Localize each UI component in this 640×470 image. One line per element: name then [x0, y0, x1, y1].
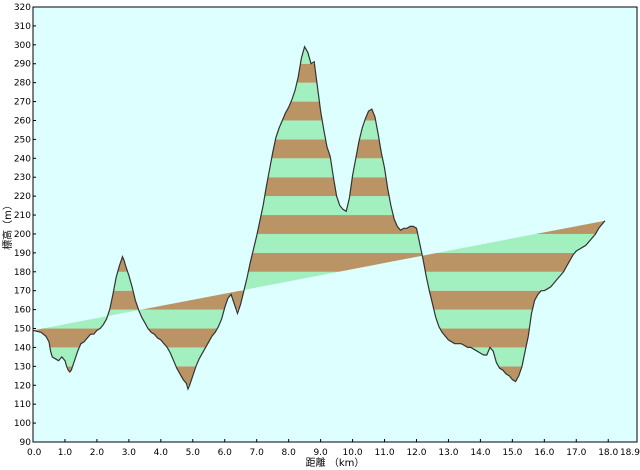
- x-tick-label: 16.0: [534, 448, 554, 458]
- x-tick-label: 10.0: [343, 448, 363, 458]
- y-tick-label: 260: [14, 116, 31, 126]
- y-tick-label: 160: [14, 306, 31, 316]
- y-tick-label: 320: [14, 3, 31, 13]
- y-tick-label: 220: [14, 192, 31, 202]
- y-tick-label: 280: [14, 79, 31, 89]
- y-tick-label: 150: [14, 325, 31, 335]
- x-tick-label: 11.0: [375, 448, 395, 458]
- y-tick-label: 200: [14, 230, 31, 240]
- y-axis-title: 標高（m）: [1, 200, 14, 250]
- elevation-chart: 90 100 110 120 130 140 150 160 170 180 190 200 210 22…: [1, 3, 640, 469]
- x-tick-label: 3.0: [122, 448, 137, 458]
- x-tick-label: 1.0: [58, 448, 73, 458]
- y-tick-label: 170: [14, 287, 31, 297]
- x-tick-label: 0.0: [27, 448, 42, 458]
- x-tick-label: 13.0: [438, 448, 458, 458]
- x-tick-label: 17.0: [566, 448, 586, 458]
- y-tick-label: 310: [14, 22, 31, 32]
- y-tick-label: 180: [14, 268, 31, 278]
- y-tick-label: 130: [14, 362, 31, 372]
- y-tick-label: 270: [14, 98, 31, 108]
- x-tick-label: 15.0: [502, 448, 522, 458]
- x-tick-label: 18.9: [620, 448, 640, 458]
- y-tick-label: 240: [14, 154, 31, 164]
- y-tick-label: 110: [14, 400, 31, 410]
- x-tick-label: 2.0: [90, 448, 105, 458]
- y-tick-label: 140: [14, 343, 31, 353]
- y-tick-label: 230: [14, 173, 31, 183]
- x-tick-label: 9.0: [313, 448, 328, 458]
- x-axis-title: 距離 （km）: [306, 456, 365, 469]
- y-tick-label: 250: [14, 135, 31, 145]
- y-tick-label: 210: [14, 211, 31, 221]
- x-tick-label: 12.0: [406, 448, 426, 458]
- y-tick-label: 120: [14, 381, 31, 391]
- x-tick-label: 7.0: [250, 448, 265, 458]
- x-tick-label: 5.0: [186, 448, 201, 458]
- x-tick-label: 6.0: [218, 448, 233, 458]
- y-tick-label: 190: [14, 249, 31, 259]
- x-tick-label: 18.0: [598, 448, 618, 458]
- x-tick-label: 14.0: [470, 448, 490, 458]
- y-tick-label: 300: [14, 41, 31, 51]
- y-tick-label: 290: [14, 60, 31, 70]
- y-tick-label: 100: [14, 419, 31, 429]
- x-tick-label: 4.0: [154, 448, 169, 458]
- y-tick-label: 90: [20, 438, 32, 448]
- x-tick-label: 8.0: [281, 448, 296, 458]
